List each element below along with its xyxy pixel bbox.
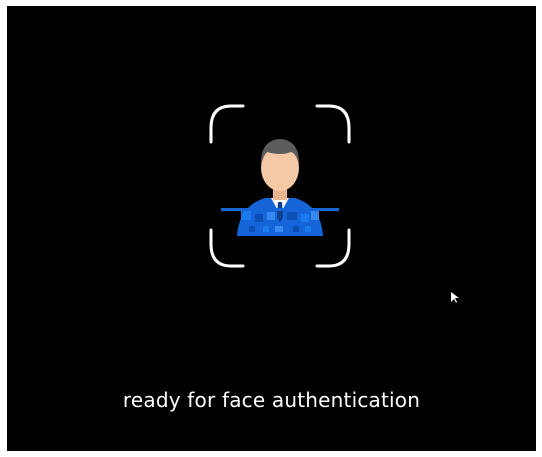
scan-line-icon (221, 208, 339, 211)
status-message: ready for face authentication (122, 388, 421, 412)
mouse-cursor-icon (451, 292, 459, 303)
face-scanner (205, 102, 355, 272)
face-auth-screen: ready for face authentication (7, 6, 536, 451)
